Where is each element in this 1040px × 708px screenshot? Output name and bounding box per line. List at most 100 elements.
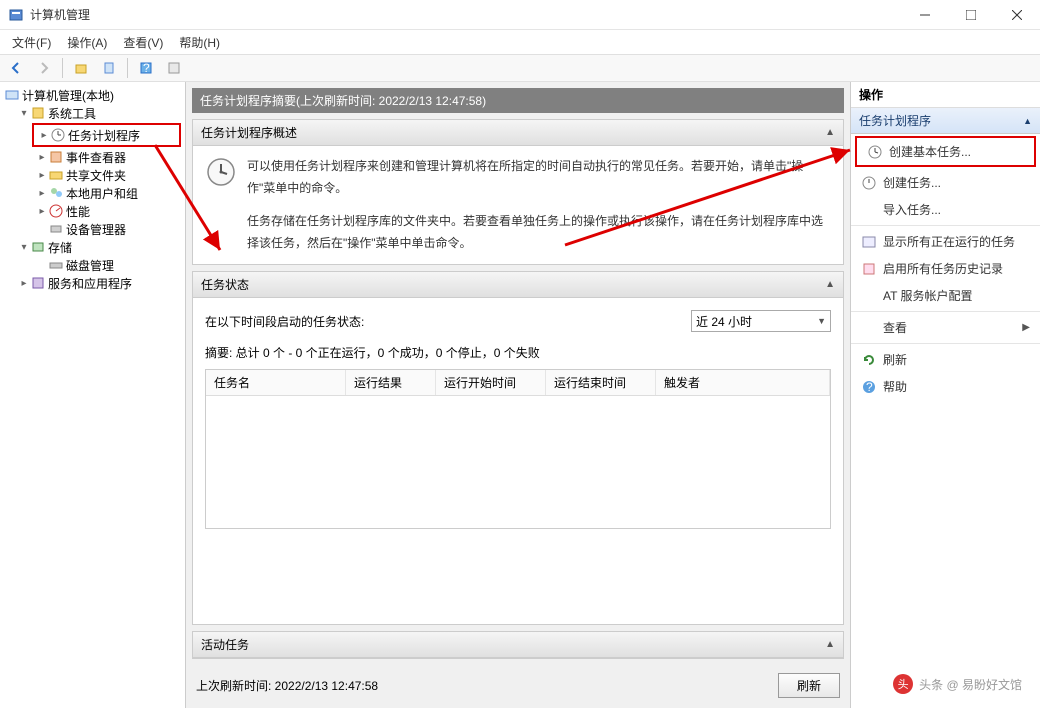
menu-view[interactable]: 查看(V) [115,32,171,53]
expand-icon[interactable]: ▸ [18,278,30,289]
expand-icon[interactable]: ▸ [36,188,48,199]
minimize-button[interactable] [902,0,948,30]
actions-header: 操作 [851,82,1040,108]
expand-icon[interactable]: ▸ [36,206,48,217]
menu-help[interactable]: 帮助(H) [171,32,228,53]
col-trigger[interactable]: 触发者 [656,370,830,395]
tree-device-manager[interactable]: ▸设备管理器 [0,220,185,238]
overview-title: 任务计划程序概述 [201,124,297,141]
action-at-account[interactable]: AT 服务帐户配置 [851,282,1040,309]
tree-systools[interactable]: ▾ 系统工具 [0,104,185,122]
divider [851,225,1040,226]
help-button[interactable]: ? [134,57,158,79]
collapse-icon[interactable]: ▲ [825,127,835,138]
tree-storage[interactable]: ▾存储 [0,238,185,256]
action-label: 启用所有任务历史记录 [883,260,1003,277]
forward-button[interactable] [32,57,56,79]
back-button[interactable] [4,57,28,79]
tree-performance[interactable]: ▸性能 [0,202,185,220]
app-icon [8,7,24,23]
center-pane: 任务计划程序摘要(上次刷新时间: 2022/2/13 12:47:58) 任务计… [186,82,850,708]
collapse-icon[interactable]: ▲ [825,639,835,650]
tree-root[interactable]: 计算机管理(本地) [0,86,185,104]
active-panel: 活动任务 ▲ [192,631,844,659]
action-show-running[interactable]: 显示所有正在运行的任务 [851,228,1040,255]
action-label: 显示所有正在运行的任务 [883,233,1015,250]
svg-text:?: ? [866,380,873,394]
toolbar-sep [62,58,63,78]
refresh-icon [861,352,877,368]
action-label: 导入任务... [883,201,941,218]
close-button[interactable] [994,0,1040,30]
tree-label: 系统工具 [48,105,96,122]
chevron-right-icon: ▶ [1022,322,1030,333]
tree-event-viewer[interactable]: ▸ 事件查看器 [0,148,185,166]
actions-sub-label: 任务计划程序 [859,112,931,129]
col-start[interactable]: 运行开始时间 [436,370,546,395]
expand-icon[interactable]: ▸ [38,130,50,141]
list-icon [861,234,877,250]
chevron-up-icon: ▲ [1023,116,1032,126]
tree-local-users[interactable]: ▸ 本地用户和组 [0,184,185,202]
task-table[interactable]: 任务名 运行结果 运行开始时间 运行结束时间 触发者 [205,369,831,529]
nav-tree[interactable]: 计算机管理(本地) ▾ 系统工具 ▸任务计划程序 ▸ 事件查看器 ▸共享文件夹 ▸ 本… [0,82,186,708]
expand-icon[interactable]: ▸ [36,170,48,181]
active-header[interactable]: 活动任务 ▲ [193,632,843,658]
watermark-icon: 头 [893,674,913,694]
refresh-button[interactable]: 刷新 [778,673,840,698]
collapse-icon[interactable]: ▲ [825,279,835,290]
svg-text:?: ? [143,61,150,75]
tree-shared-folders[interactable]: ▸共享文件夹 [0,166,185,184]
tree-task-scheduler[interactable]: ▸任务计划程序 [34,126,179,144]
action-create[interactable]: 创建任务... [851,169,1040,196]
last-refresh-label: 上次刷新时间: 2022/2/13 12:47:58 [196,677,378,694]
col-end[interactable]: 运行结束时间 [546,370,656,395]
overview-panel: 任务计划程序概述 ▲ 可以使用任务计划程序来创建和管理计算机将在所指定的时间自动… [192,119,844,265]
table-header: 任务名 运行结果 运行开始时间 运行结束时间 触发者 [206,370,830,396]
up-button[interactable] [69,57,93,79]
period-value: 近 24 小时 [696,313,752,330]
clock-icon [861,175,877,191]
toolbar-extra-button[interactable] [162,57,186,79]
action-import[interactable]: 导入任务... [851,196,1040,223]
divider [851,311,1040,312]
expand-icon[interactable]: ▸ [36,152,48,163]
action-view[interactable]: 查看 ▶ [851,314,1040,341]
history-icon [861,261,877,277]
footer-row: 上次刷新时间: 2022/2/13 12:47:58 刷新 [192,665,844,702]
action-refresh[interactable]: 刷新 [851,346,1040,373]
col-result[interactable]: 运行结果 [346,370,436,395]
overview-header[interactable]: 任务计划程序概述 ▲ [193,120,843,146]
menu-action[interactable]: 操作(A) [59,32,115,53]
action-label: 查看 [883,319,907,336]
clock-icon [205,156,237,188]
tree-disk-management[interactable]: ▸磁盘管理 [0,256,185,274]
status-header[interactable]: 任务状态 ▲ [193,272,843,298]
period-combo[interactable]: 近 24 小时 ▼ [691,310,831,332]
action-enable-history[interactable]: 启用所有任务历史记录 [851,255,1040,282]
collapse-icon[interactable]: ▾ [18,242,30,253]
tree-label: 本地用户和组 [66,185,138,202]
tree-label: 设备管理器 [66,221,126,238]
overview-p1: 可以使用任务计划程序来创建和管理计算机将在所指定的时间自动执行的常见任务。若要开… [247,156,831,199]
action-help[interactable]: ? 帮助 [851,373,1040,400]
tree-label: 事件查看器 [66,149,126,166]
actions-subheader[interactable]: 任务计划程序 ▲ [851,108,1040,134]
overview-p2: 任务存储在任务计划程序库的文件夹中。若要查看单独任务上的操作或执行该操作，请在任… [247,211,831,254]
action-label: 创建基本任务... [889,143,971,160]
action-create-basic[interactable]: 创建基本任务... [857,138,1034,165]
collapse-icon[interactable]: ▾ [18,108,30,119]
period-label: 在以下时间段启动的任务状态: [205,313,364,330]
col-taskname[interactable]: 任务名 [206,370,346,395]
toolbar-sep [127,58,128,78]
chevron-down-icon: ▼ [817,316,826,326]
tree-services-apps[interactable]: ▸服务和应用程序 [0,274,185,292]
maximize-button[interactable] [948,0,994,30]
tree-root-label: 计算机管理(本地) [22,87,114,104]
main-body: 计算机管理(本地) ▾系统工具 ▸任务计划程序 ▸事件查看器 ▸共享文件夹 ▸本… [0,82,1040,708]
action-label: AT 服务帐户配置 [883,287,973,304]
menu-file[interactable]: 文件(F) [4,32,59,53]
properties-button[interactable] [97,57,121,79]
clock-icon [867,144,883,160]
status-summary: 摘要: 总计 0 个 - 0 个正在运行，0 个成功，0 个停止，0 个失败 [193,340,843,361]
